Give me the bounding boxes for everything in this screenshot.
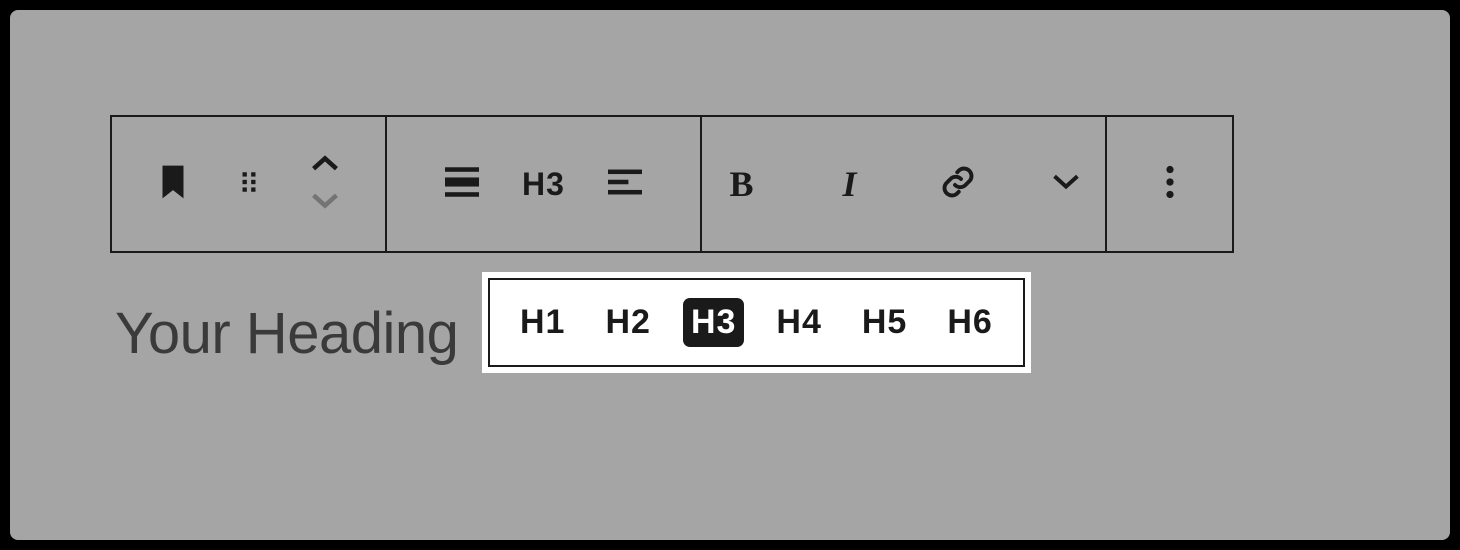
more-formatting-button[interactable]: [1042, 160, 1090, 208]
chevron-down-icon: [311, 193, 339, 213]
bookmark-icon: [159, 165, 187, 203]
link-icon: [940, 164, 976, 204]
chevron-down-icon: [1052, 174, 1080, 194]
drag-handle-button[interactable]: [225, 160, 273, 208]
align-button[interactable]: [438, 160, 486, 208]
link-button[interactable]: [934, 160, 982, 208]
text-align-left-icon: [608, 169, 642, 199]
move-down-button[interactable]: [301, 193, 349, 213]
toolbar-group-block-controls: [112, 117, 387, 251]
more-options-button[interactable]: [1146, 160, 1194, 208]
heading-option-h4[interactable]: H4: [768, 298, 829, 347]
italic-label: I: [842, 163, 856, 205]
text-align-button[interactable]: [601, 160, 649, 208]
italic-button[interactable]: I: [826, 160, 874, 208]
heading-block-placeholder[interactable]: Your Heading: [115, 300, 458, 367]
drag-handle-icon: [236, 169, 262, 199]
chevron-up-icon: [311, 155, 339, 175]
heading-option-h2[interactable]: H2: [597, 298, 658, 347]
heading-option-h6[interactable]: H6: [939, 298, 1000, 347]
heading-option-h3[interactable]: H3: [683, 298, 744, 347]
block-mover: [301, 155, 349, 213]
block-toolbar: H3 B I: [110, 115, 1234, 253]
heading-level-popover: H1 H2 H3 H4 H5 H6: [488, 278, 1025, 367]
move-up-button[interactable]: [301, 155, 349, 175]
more-vertical-icon: [1165, 165, 1175, 203]
heading-level-button[interactable]: H3: [522, 160, 565, 208]
heading-level-label: H3: [522, 166, 565, 203]
bold-label: B: [729, 163, 753, 205]
toolbar-group-more: [1107, 117, 1232, 251]
toolbar-group-heading: H3: [387, 117, 702, 251]
align-icon: [445, 167, 479, 201]
bold-button[interactable]: B: [718, 160, 766, 208]
toolbar-group-inline-format: B I: [702, 117, 1107, 251]
heading-option-h1[interactable]: H1: [512, 298, 573, 347]
block-type-button[interactable]: [149, 160, 197, 208]
heading-option-h5[interactable]: H5: [854, 298, 915, 347]
